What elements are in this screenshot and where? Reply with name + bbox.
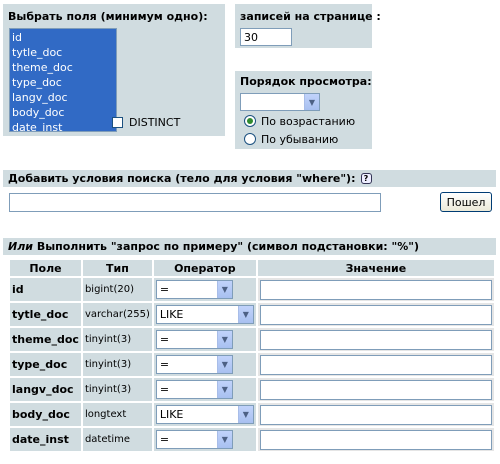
chevron-down-icon[interactable]: ▼ [237, 306, 253, 323]
field-type: tinyint(3) [82, 378, 152, 401]
operator-select[interactable]: LIKE ▼ [155, 405, 254, 424]
fields-option[interactable]: id [12, 30, 114, 45]
chevron-down-icon[interactable]: ▼ [216, 331, 232, 348]
value-cell [257, 278, 494, 301]
operator-select[interactable]: = ▼ [155, 355, 233, 374]
value-input[interactable] [259, 429, 492, 450]
fields-panel-title: Выбрать поля (минимум одно): [8, 10, 208, 23]
where-label-text: Добавить условия поиска (тело для услови… [8, 172, 356, 185]
table-row: theme_doc tinyint(3) = ▼ [10, 328, 494, 351]
value-input[interactable] [259, 279, 492, 300]
chevron-down-icon[interactable]: ▼ [216, 356, 232, 373]
table-row: body_doc longtext LIKE ▼ [10, 403, 494, 426]
value-input[interactable] [259, 379, 492, 400]
value-input[interactable] [259, 354, 492, 375]
field-type: varchar(255) [82, 303, 152, 326]
value-input[interactable] [259, 329, 492, 350]
chevron-down-icon[interactable]: ▼ [216, 431, 232, 448]
order-select[interactable]: ▼ [240, 93, 320, 111]
qbe-header-operator: Оператор [153, 260, 256, 276]
per-page-input[interactable] [240, 28, 292, 46]
operator-cell: = ▼ [153, 328, 256, 351]
operator-cell: LIKE ▼ [153, 303, 256, 326]
value-input[interactable] [259, 304, 492, 325]
value-cell [257, 428, 494, 451]
qbe-table: Поле Тип Оператор Значение id bigint(20)… [8, 258, 496, 453]
chevron-down-icon[interactable]: ▼ [216, 381, 232, 398]
value-cell [257, 403, 494, 426]
value-cell [257, 303, 494, 326]
help-icon[interactable]: ? [360, 173, 372, 184]
field-type: datetime [82, 428, 152, 451]
value-cell [257, 353, 494, 376]
operator-value: = [159, 383, 170, 396]
radio-selected-dot [247, 118, 253, 124]
order-asc-radio[interactable] [244, 115, 256, 127]
field-name: date_inst [10, 428, 81, 451]
chevron-down-icon[interactable]: ▼ [237, 406, 253, 423]
operator-select[interactable]: = ▼ [155, 430, 233, 449]
field-name: langv_doc [10, 378, 81, 401]
operator-value: = [159, 333, 170, 346]
table-row: tytle_doc varchar(255) LIKE ▼ [10, 303, 494, 326]
qbe-title: Или Выполнить "запрос по примеру" (симво… [8, 240, 419, 253]
operator-cell: LIKE ▼ [153, 403, 256, 426]
qbe-title-em: Или [8, 240, 33, 253]
per-page-label: записей на странице : [240, 10, 381, 23]
qbe-header-type: Тип [82, 260, 152, 276]
field-name: theme_doc [10, 328, 81, 351]
go-button[interactable]: Пошел [440, 192, 492, 212]
value-cell [257, 328, 494, 351]
table-row: date_inst datetime = ▼ [10, 428, 494, 451]
qbe-header-value: Значение [257, 260, 494, 276]
order-desc-label: По убыванию [261, 133, 339, 146]
fields-option[interactable]: theme_doc [12, 60, 114, 75]
fields-option[interactable]: langv_doc [12, 90, 114, 105]
table-row: langv_doc tinyint(3) = ▼ [10, 378, 494, 401]
operator-cell: = ▼ [153, 353, 256, 376]
value-cell [257, 378, 494, 401]
distinct-checkbox[interactable] [112, 117, 123, 128]
field-name: body_doc [10, 403, 81, 426]
order-asc-label: По возрастанию [261, 115, 356, 128]
distinct-label: DISTINCT [129, 116, 181, 129]
order-label: Порядок просмотра: [240, 75, 372, 88]
qbe-header-row: Поле Тип Оператор Значение [10, 260, 494, 276]
field-type: tinyint(3) [82, 328, 152, 351]
fields-option[interactable]: type_doc [12, 75, 114, 90]
field-type: longtext [82, 403, 152, 426]
table-row: type_doc tinyint(3) = ▼ [10, 353, 494, 376]
field-name: id [10, 278, 81, 301]
where-input[interactable] [9, 193, 381, 212]
field-name: tytle_doc [10, 303, 81, 326]
operator-cell: = ▼ [153, 378, 256, 401]
table-row: id bigint(20) = ▼ [10, 278, 494, 301]
field-type: tinyint(3) [82, 353, 152, 376]
order-desc-radio[interactable] [244, 133, 256, 145]
value-input[interactable] [259, 404, 492, 425]
field-name: type_doc [10, 353, 81, 376]
operator-value: = [159, 433, 170, 446]
fields-option[interactable]: tytle_doc [12, 45, 114, 60]
fields-option[interactable]: body_doc [12, 105, 114, 120]
operator-cell: = ▼ [153, 278, 256, 301]
field-type: bigint(20) [82, 278, 152, 301]
chevron-down-icon[interactable]: ▼ [216, 281, 232, 298]
operator-value: = [159, 358, 170, 371]
operator-select[interactable]: = ▼ [155, 280, 233, 299]
operator-select[interactable]: = ▼ [155, 380, 233, 399]
qbe-header-field: Поле [10, 260, 81, 276]
operator-value: LIKE [159, 308, 184, 321]
operator-value: = [159, 283, 170, 296]
fields-option[interactable]: date_inst [12, 120, 114, 131]
fields-listbox[interactable]: id tytle_doc theme_doc type_doc langv_do… [9, 28, 117, 132]
operator-select[interactable]: = ▼ [155, 330, 233, 349]
qbe-title-rest: Выполнить "запрос по примеру" (символ по… [32, 240, 420, 253]
where-label: Добавить условия поиска (тело для услови… [8, 172, 372, 185]
operator-cell: = ▼ [153, 428, 256, 451]
operator-value: LIKE [159, 408, 184, 421]
operator-select[interactable]: LIKE ▼ [155, 305, 254, 324]
chevron-down-icon[interactable]: ▼ [304, 94, 319, 110]
